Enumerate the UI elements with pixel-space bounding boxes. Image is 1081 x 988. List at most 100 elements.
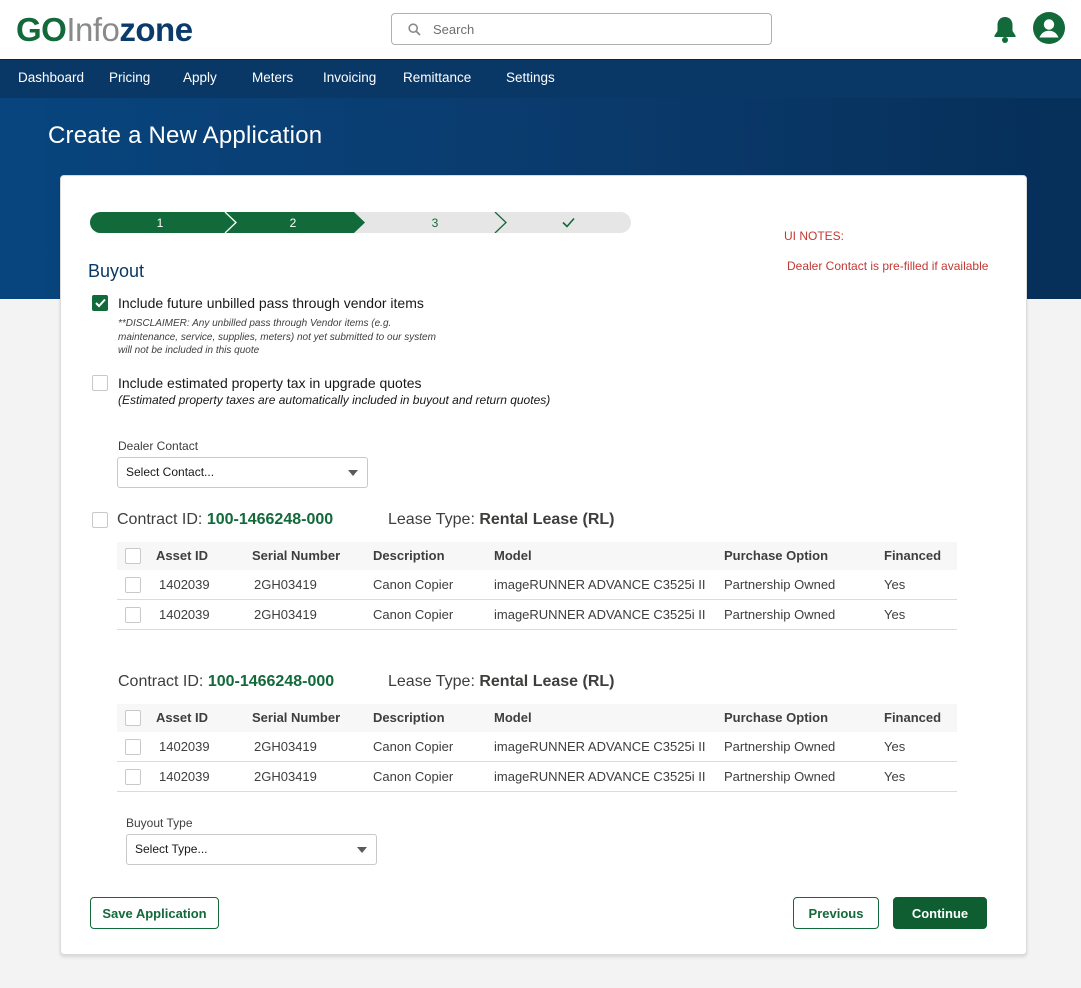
financed: Yes bbox=[884, 769, 906, 784]
page-title: Create a New Application bbox=[48, 122, 323, 149]
asset-id: 1402039 bbox=[159, 769, 210, 784]
contract-id-value: 100-1466248-000 bbox=[206, 511, 334, 528]
purchase-option: Partnership Owned bbox=[724, 769, 836, 784]
main-nav: Dashboard Pricing Apply Meters Invoicing… bbox=[0, 59, 1081, 98]
nav-meters[interactable]: Meters bbox=[252, 70, 293, 85]
step-2: 2 bbox=[290, 216, 297, 230]
nav-settings[interactable]: Settings bbox=[506, 70, 555, 85]
checkmark-icon bbox=[95, 298, 106, 308]
continue-button[interactable]: Continue bbox=[893, 897, 987, 929]
column-header: Financed bbox=[884, 548, 942, 563]
asset-id: 1402039 bbox=[159, 607, 210, 622]
asset-id: 1402039 bbox=[159, 577, 210, 592]
contract-1-lease: Lease Type: Rental Lease (RL) bbox=[388, 511, 614, 529]
row-checkbox[interactable] bbox=[125, 577, 141, 593]
ui-notes-title: UI NOTES: bbox=[784, 229, 845, 243]
nav-pricing[interactable]: Pricing bbox=[109, 70, 150, 85]
contract-1-assets-table: Asset ID Serial Number Description Model… bbox=[117, 542, 957, 630]
disclaimer-line: maintenance, service, supplies, meters) … bbox=[118, 331, 436, 343]
contract-1-header: Contract ID: 100-1466248-000 bbox=[117, 511, 333, 529]
dealer-contact-label: Dealer Contact bbox=[118, 439, 199, 453]
ui-notes-text: Dealer Contact is pre-filled if availabl… bbox=[787, 259, 989, 273]
step-3: 3 bbox=[432, 216, 439, 230]
serial-number: 2GH03419 bbox=[254, 739, 317, 754]
logo-go: GO bbox=[16, 11, 67, 48]
contract-1-checkbox[interactable] bbox=[92, 512, 108, 528]
step-1: 1 bbox=[157, 216, 164, 230]
model: imageRUNNER ADVANCE C3525i II bbox=[494, 739, 706, 754]
column-header: Financed bbox=[884, 710, 942, 725]
notification-bell-icon[interactable] bbox=[991, 14, 1019, 44]
dealer-contact-value: Select Contact... bbox=[126, 465, 215, 479]
column-header: Description bbox=[373, 710, 445, 725]
purchase-option: Partnership Owned bbox=[724, 577, 836, 592]
nav-apply[interactable]: Apply bbox=[183, 70, 217, 85]
property-tax-checkbox[interactable] bbox=[92, 375, 108, 391]
table-row[interactable]: 1402039 2GH03419 Canon Copier imageRUNNE… bbox=[117, 570, 957, 600]
property-tax-label: Include estimated property tax in upgrad… bbox=[118, 375, 422, 391]
description: Canon Copier bbox=[373, 739, 454, 754]
description: Canon Copier bbox=[373, 577, 454, 592]
lease-type-label: Lease Type: bbox=[388, 673, 475, 690]
column-header: Purchase Option bbox=[724, 548, 829, 563]
serial-number: 2GH03419 bbox=[254, 769, 317, 784]
column-header: Asset ID bbox=[156, 548, 209, 563]
logo-zone: zone bbox=[119, 11, 193, 48]
future-unbilled-checkbox[interactable] bbox=[92, 295, 108, 311]
column-header: Serial Number bbox=[252, 710, 341, 725]
logo-info: Info bbox=[66, 11, 120, 48]
table-header: Asset ID Serial Number Description Model… bbox=[117, 542, 957, 570]
purchase-option: Partnership Owned bbox=[724, 739, 836, 754]
table-header: Asset ID Serial Number Description Model… bbox=[117, 704, 957, 732]
search-input[interactable] bbox=[433, 21, 733, 37]
disclaimer-line: will not be included in this quote bbox=[118, 345, 260, 356]
caret-down-icon bbox=[357, 847, 367, 853]
caret-down-icon bbox=[348, 470, 358, 476]
financed: Yes bbox=[884, 577, 906, 592]
serial-number: 2GH03419 bbox=[254, 607, 317, 622]
table-row[interactable]: 1402039 2GH03419 Canon Copier imageRUNNE… bbox=[117, 762, 957, 792]
financed: Yes bbox=[884, 739, 906, 754]
save-application-button[interactable]: Save Application bbox=[90, 897, 219, 929]
model: imageRUNNER ADVANCE C3525i II bbox=[494, 769, 706, 784]
row-checkbox[interactable] bbox=[125, 739, 141, 755]
goinfozone-logo[interactable]: GO Info zone bbox=[16, 10, 193, 50]
financed: Yes bbox=[884, 607, 906, 622]
contract-id-value: 100-1466248-000 bbox=[207, 673, 335, 690]
future-unbilled-label: Include future unbilled pass through ven… bbox=[118, 295, 424, 311]
table-row[interactable]: 1402039 2GH03419 Canon Copier imageRUNNE… bbox=[117, 600, 957, 630]
serial-number: 2GH03419 bbox=[254, 577, 317, 592]
column-header: Model bbox=[494, 548, 532, 563]
purchase-option: Partnership Owned bbox=[724, 607, 836, 622]
select-all-checkbox[interactable] bbox=[125, 710, 141, 726]
table-row[interactable]: 1402039 2GH03419 Canon Copier imageRUNNE… bbox=[117, 732, 957, 762]
model: imageRUNNER ADVANCE C3525i II bbox=[494, 607, 706, 622]
dealer-contact-select[interactable]: Select Contact... bbox=[117, 457, 368, 488]
search-icon bbox=[408, 22, 421, 36]
user-avatar-icon[interactable] bbox=[1033, 12, 1065, 44]
select-all-checkbox[interactable] bbox=[125, 548, 141, 564]
model: imageRUNNER ADVANCE C3525i II bbox=[494, 577, 706, 592]
nav-dashboard[interactable]: Dashboard bbox=[18, 70, 84, 85]
buyout-type-select[interactable]: Select Type... bbox=[126, 834, 377, 865]
search-box[interactable] bbox=[391, 13, 772, 45]
disclaimer-line: **DISCLAIMER: Any unbilled pass through … bbox=[118, 318, 392, 329]
previous-button[interactable]: Previous bbox=[793, 897, 879, 929]
row-checkbox[interactable] bbox=[125, 607, 141, 623]
property-tax-note: (Estimated property taxes are automatica… bbox=[118, 393, 551, 407]
description: Canon Copier bbox=[373, 607, 454, 622]
lease-type-value: Rental Lease (RL) bbox=[479, 511, 615, 528]
buyout-type-label: Buyout Type bbox=[126, 816, 193, 830]
column-header: Asset ID bbox=[156, 710, 209, 725]
row-checkbox[interactable] bbox=[125, 769, 141, 785]
contract-2-assets-table: Asset ID Serial Number Description Model… bbox=[117, 704, 957, 792]
top-bar: GO Info zone bbox=[0, 0, 1081, 59]
contract-2-lease: Lease Type: Rental Lease (RL) bbox=[388, 673, 614, 691]
contract-id-label: Contract ID: bbox=[117, 511, 203, 528]
application-card: 1 2 3 UI NOTES: Dealer Contact is pre-fi… bbox=[60, 175, 1027, 955]
asset-id: 1402039 bbox=[159, 739, 210, 754]
column-header: Purchase Option bbox=[724, 710, 829, 725]
nav-remittance[interactable]: Remittance bbox=[403, 70, 471, 85]
nav-invoicing[interactable]: Invoicing bbox=[323, 70, 376, 85]
lease-type-value: Rental Lease (RL) bbox=[479, 673, 615, 690]
